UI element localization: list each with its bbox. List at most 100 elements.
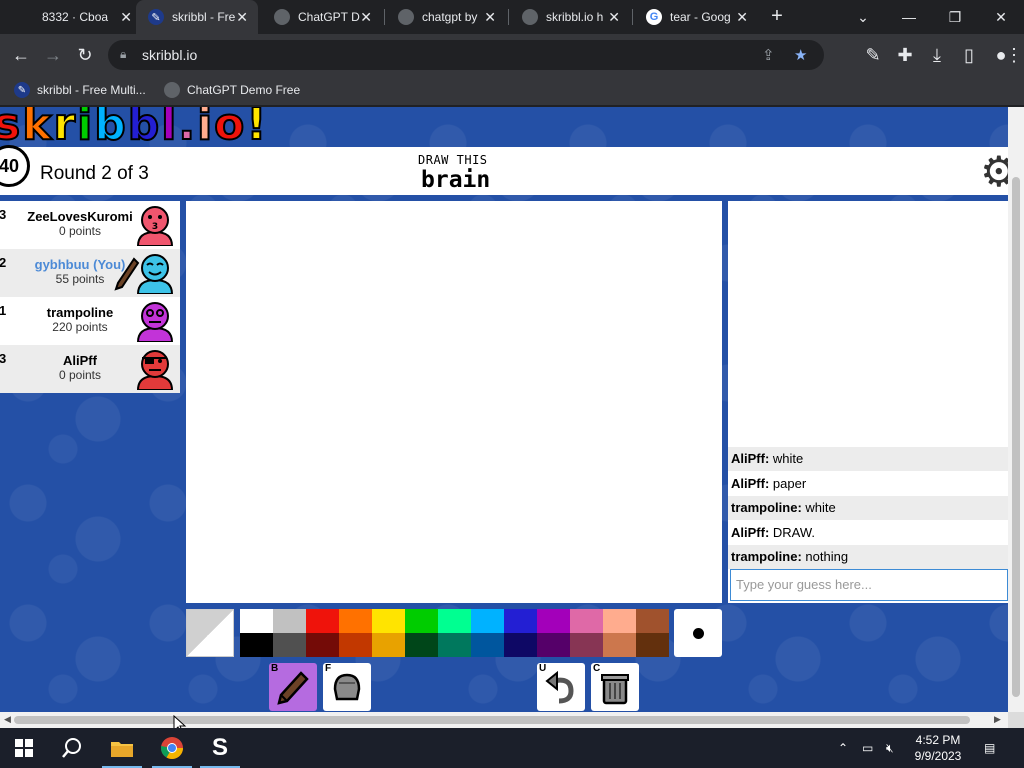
color-swatch[interactable] (603, 633, 636, 657)
close-window-icon[interactable]: ✕ (978, 0, 1024, 34)
bookmark-star-icon[interactable]: ★ (794, 46, 807, 64)
minimize-icon[interactable]: — (886, 0, 932, 34)
menu-kebab-icon[interactable]: ⋮ (1005, 42, 1023, 68)
chat-author: trampoline: (731, 500, 802, 515)
player-row[interactable]: 3 AliPff 0 points (0, 345, 180, 393)
search-icon[interactable] (48, 728, 96, 768)
color-swatch[interactable] (504, 609, 537, 633)
color-swatch[interactable] (372, 633, 405, 657)
chrome-icon[interactable] (148, 728, 196, 768)
browser-tab[interactable]: ChatGPT D ✕ (262, 0, 382, 34)
bookmark-item[interactable]: ChatGPT Demo Free (164, 82, 300, 98)
color-swatch[interactable] (405, 609, 438, 633)
globe-icon (164, 82, 180, 98)
color-swatch[interactable] (504, 633, 537, 657)
color-swatch[interactable] (273, 609, 306, 633)
color-swatch[interactable] (273, 633, 306, 657)
s-app-icon[interactable]: S (196, 728, 244, 768)
color-swatch[interactable] (537, 633, 570, 657)
share-icon[interactable]: ⇪ (762, 46, 775, 64)
color-swatch[interactable] (240, 633, 273, 657)
close-tab-icon[interactable]: ✕ (236, 9, 248, 26)
horizontal-scrollbar[interactable]: ◀ ▶ (0, 712, 1008, 728)
brush-tool-button[interactable]: B (269, 663, 317, 711)
vertical-scroll-thumb[interactable] (1012, 177, 1020, 697)
browser-tab[interactable]: 8332 · Cboa ✕ (30, 0, 142, 34)
bookmark-item[interactable]: ✎ skribbl - Free Multi... (14, 82, 146, 98)
color-swatch[interactable] (438, 609, 471, 633)
chat-text: paper (772, 476, 807, 491)
new-tab-button[interactable]: + (766, 6, 788, 28)
game-header (0, 147, 1008, 195)
clear-canvas-button[interactable]: C (591, 663, 639, 711)
browser-tab[interactable]: skribbl.io h ✕ (510, 0, 630, 34)
side-panel-icon[interactable]: ▯ (956, 42, 982, 68)
color-swatch[interactable] (372, 609, 405, 633)
color-swatch[interactable] (636, 633, 669, 657)
current-color-swatch[interactable] (186, 609, 234, 657)
color-swatch[interactable] (306, 633, 339, 657)
timer-value: 40 (0, 155, 20, 176)
browser-tab[interactable]: chatgpt by ✕ (386, 0, 506, 34)
brush-size-button[interactable] (674, 609, 722, 657)
back-icon[interactable]: ← (8, 42, 34, 68)
chat-author: AliPff: (731, 525, 770, 540)
undo-button[interactable]: U (537, 663, 585, 711)
close-tab-icon[interactable]: ✕ (608, 9, 620, 26)
browser-tab[interactable]: G tear - Goog ✕ (634, 0, 758, 34)
volume-muted-icon[interactable]: 🔇︎ (886, 728, 894, 768)
color-swatch[interactable] (570, 609, 603, 633)
extension-skribbl-icon[interactable]: ✎ (860, 42, 886, 68)
color-swatch[interactable] (438, 633, 471, 657)
scroll-left-icon[interactable]: ◀ (4, 714, 11, 725)
bookmark-label: ChatGPT Demo Free (187, 83, 301, 97)
notification-icon[interactable]: ▤ (984, 728, 995, 768)
color-swatch[interactable] (240, 609, 273, 633)
tray-chevron-icon[interactable]: ⌃ (838, 728, 848, 768)
restore-icon[interactable]: ❐ (932, 0, 978, 34)
player-avatar-icon (136, 350, 174, 390)
horizontal-scroll-thumb[interactable] (14, 716, 970, 724)
player-row[interactable]: 3 ZeeLovesKuromi 0 points 3 (0, 201, 180, 249)
tab-separator (384, 9, 385, 25)
color-swatch[interactable] (537, 609, 570, 633)
color-swatch[interactable] (339, 609, 372, 633)
address-bar[interactable]: 🔒︎ skribbl.io ⇪ ★ (108, 40, 824, 70)
color-swatch[interactable] (306, 609, 339, 633)
scroll-right-icon[interactable]: ▶ (994, 714, 1001, 725)
color-swatch[interactable] (570, 633, 603, 657)
tab-title: chatgpt by (422, 10, 478, 24)
settings-gear-icon[interactable]: ⚙ (980, 151, 1008, 193)
system-clock[interactable]: 4:52 PM 9/9/2023 (906, 732, 970, 764)
color-swatch[interactable] (636, 609, 669, 633)
color-swatch[interactable] (339, 633, 372, 657)
close-tab-icon[interactable]: ✕ (736, 9, 748, 26)
tab-title: skribbl - Fre (172, 10, 236, 24)
color-swatch[interactable] (603, 609, 636, 633)
color-swatch[interactable] (471, 609, 504, 633)
forward-icon[interactable]: → (40, 42, 66, 68)
reload-icon[interactable]: ↻ (72, 42, 98, 68)
windows-start-icon[interactable] (0, 728, 48, 768)
guess-input[interactable]: Type your guess here... (730, 569, 1008, 601)
player-row[interactable]: 1 trampoline 220 points (0, 297, 180, 345)
clock-time: 4:52 PM (915, 733, 961, 747)
browser-tab-active[interactable]: ✎ skribbl - Fre ✕ (136, 0, 258, 34)
close-tab-icon[interactable]: ✕ (360, 9, 372, 26)
network-icon[interactable]: ▭ (862, 728, 873, 768)
file-explorer-icon[interactable] (98, 728, 146, 768)
close-tab-icon[interactable]: ✕ (484, 9, 496, 26)
tab-search-icon[interactable]: ⌄ (840, 0, 886, 34)
vertical-scrollbar[interactable] (1008, 107, 1024, 712)
chat-text: nothing (805, 549, 849, 564)
color-swatch[interactable] (405, 633, 438, 657)
close-tab-icon[interactable]: ✕ (120, 9, 132, 26)
player-row-self[interactable]: 2 gybhbuu (You) 55 points (0, 249, 180, 297)
drawing-canvas[interactable] (186, 201, 722, 603)
lock-icon[interactable]: 🔒︎ (120, 47, 126, 62)
fill-tool-button[interactable]: F (323, 663, 371, 711)
extensions-puzzle-icon[interactable]: ✚ (892, 42, 918, 68)
download-icon[interactable]: ⤓ (924, 42, 950, 68)
color-swatch[interactable] (471, 633, 504, 657)
clock-date: 9/9/2023 (914, 749, 962, 763)
